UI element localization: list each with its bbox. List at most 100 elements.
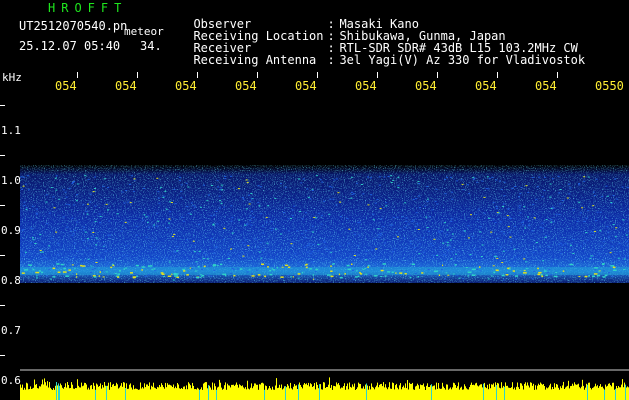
strength-bar: [298, 384, 299, 400]
strength-bar: [456, 387, 457, 400]
strength-bar: [263, 383, 264, 400]
speckle: [53, 207, 56, 209]
strength-bar: [362, 388, 363, 400]
strength-bar: [350, 386, 351, 400]
speckle: [362, 269, 365, 271]
speckle: [287, 218, 290, 220]
strength-bar: [134, 389, 135, 400]
speckle: [323, 200, 326, 202]
speckle: [172, 236, 174, 238]
speckle: [301, 218, 304, 220]
speckle: [248, 269, 251, 271]
speckle: [339, 216, 342, 217]
speckle: [250, 193, 253, 194]
strength-bar: [513, 389, 514, 400]
speckle: [36, 274, 38, 277]
strength-bar: [299, 382, 300, 400]
speckle: [329, 278, 332, 280]
speckle: [485, 188, 488, 190]
speckle: [236, 278, 239, 280]
speckle: [45, 194, 48, 196]
speckle: [34, 243, 37, 244]
strength-bar: [487, 384, 488, 400]
speckle: [606, 195, 609, 197]
speckle: [421, 272, 424, 274]
speckle: [145, 236, 148, 238]
speckle: [317, 243, 320, 245]
speckle: [187, 263, 190, 265]
speckle: [310, 252, 312, 254]
speckle: [525, 261, 528, 263]
speckle: [107, 234, 110, 236]
speckle: [512, 266, 515, 268]
strength-bar: [68, 385, 69, 400]
speckle: [231, 268, 234, 269]
strength-bar: [510, 388, 511, 400]
speckle: [57, 254, 60, 256]
speckle: [584, 275, 588, 278]
speckle: [358, 234, 361, 236]
speckle: [466, 184, 469, 186]
speckle: [376, 199, 379, 201]
speckle: [431, 209, 434, 211]
speckle: [64, 191, 67, 193]
speckle: [167, 275, 172, 277]
speckle: [409, 240, 412, 242]
speckle: [212, 264, 217, 266]
strength-bar: [305, 384, 306, 400]
speckle: [242, 198, 245, 200]
strength-bar: [437, 388, 438, 400]
speckle: [444, 254, 447, 256]
speckle: [339, 276, 343, 279]
speckle: [425, 216, 428, 218]
speckle: [456, 274, 459, 276]
strength-bar: [243, 387, 244, 400]
speckle: [36, 213, 38, 215]
speckle: [298, 178, 301, 180]
strength-bar: [139, 389, 140, 400]
strength-bar: [175, 386, 176, 400]
strength-bar: [440, 388, 441, 400]
speckle: [602, 263, 605, 265]
speckle: [595, 220, 597, 222]
speckle: [305, 212, 308, 214]
strength-bar: [234, 385, 235, 400]
strength-bar: [567, 385, 568, 400]
speckle: [548, 268, 551, 270]
strength-bar: [135, 388, 136, 400]
strength-bar: [426, 385, 427, 400]
strength-bar: [556, 384, 557, 400]
strength-bar: [120, 385, 121, 400]
speckle: [45, 201, 48, 203]
speckle: [339, 245, 342, 247]
speckle: [468, 264, 471, 266]
strength-bar: [405, 383, 406, 400]
speckle: [553, 275, 558, 278]
speckle: [188, 276, 191, 278]
strength-bar: [28, 389, 29, 400]
speckle: [414, 272, 417, 274]
strength-bar: [235, 384, 236, 400]
strength-bar: [399, 385, 400, 400]
speckle: [538, 176, 541, 178]
strength-bar: [51, 389, 52, 400]
strength-bar: [258, 389, 259, 400]
speckle: [126, 221, 129, 223]
speckle: [505, 274, 509, 276]
strength-bar: [499, 387, 500, 400]
speckle: [409, 274, 412, 276]
speckle: [532, 203, 535, 205]
strength-bar: [593, 387, 594, 400]
speckle: [266, 242, 269, 244]
speckle: [375, 248, 378, 250]
speckle: [396, 231, 399, 233]
speckle: [102, 185, 105, 187]
speckle: [527, 192, 530, 193]
strength-bar: [412, 382, 413, 400]
strength-bar: [465, 386, 466, 400]
speckle: [90, 260, 93, 261]
speckle: [311, 225, 314, 227]
speckle: [507, 260, 509, 262]
speckle: [456, 180, 459, 182]
strength-bar: [212, 382, 213, 400]
